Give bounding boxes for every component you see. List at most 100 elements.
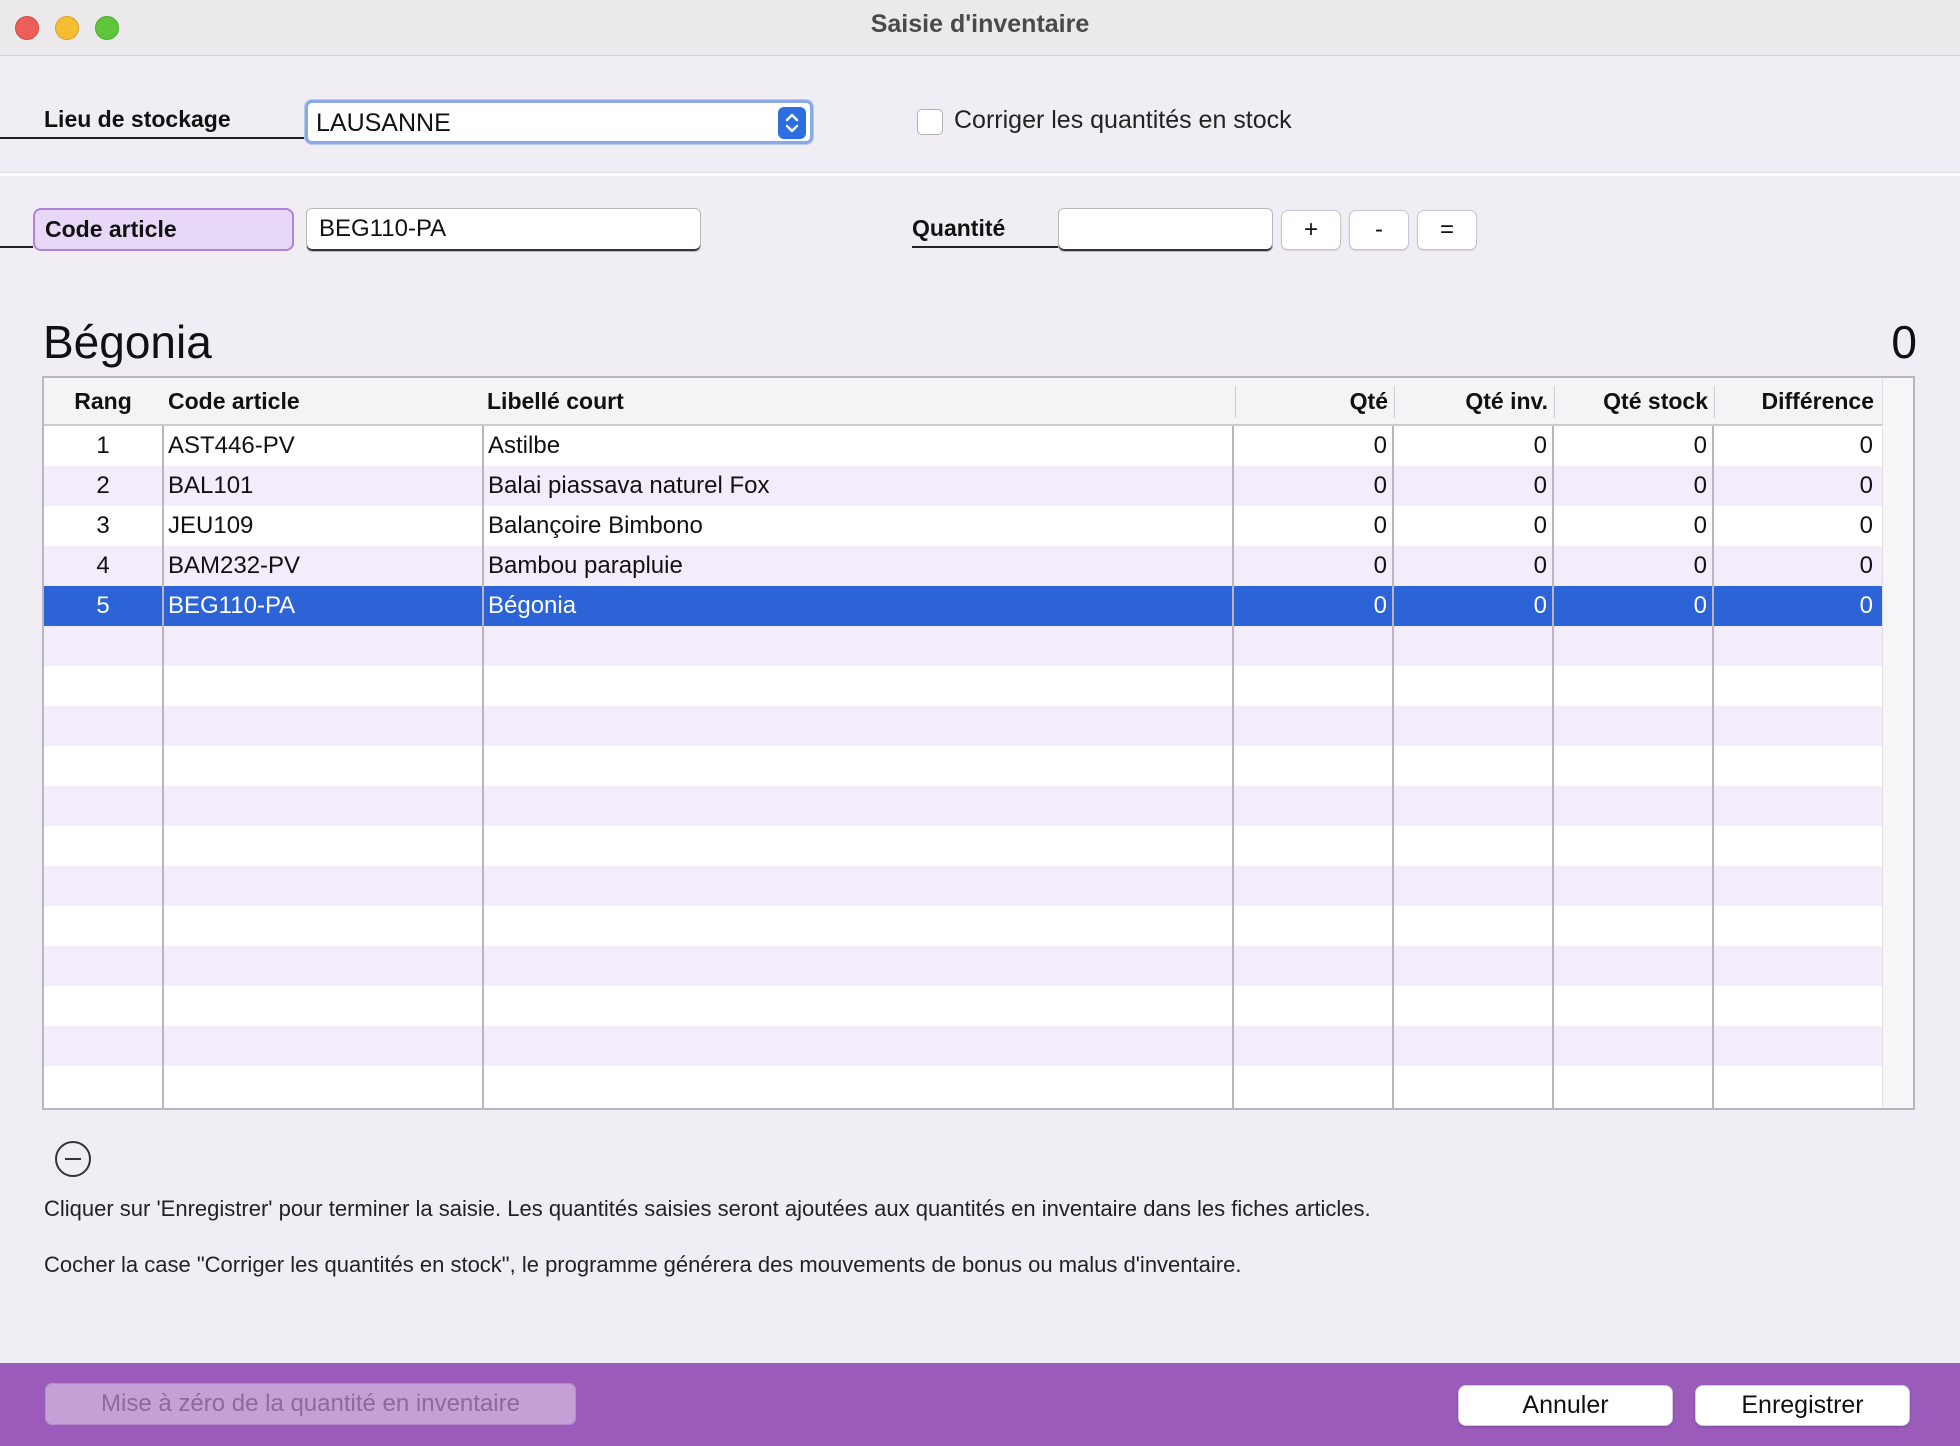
table-cell: 0 <box>1373 512 1387 539</box>
article-code-value: BEG110-PA <box>319 215 447 242</box>
empty-table-row[interactable] <box>44 1026 1884 1066</box>
storage-select[interactable]: LAUSANNE <box>305 100 813 144</box>
window-title: Saisie d'inventaire <box>870 10 1090 38</box>
table-cell: AST446-PV <box>168 432 295 459</box>
table-cell: Bambou parapluie <box>488 552 683 579</box>
equals-button[interactable]: = <box>1417 210 1477 250</box>
empty-table-row[interactable] <box>44 906 1884 946</box>
table-cell: 0 <box>1373 432 1387 459</box>
empty-table-row[interactable] <box>44 986 1884 1026</box>
empty-table-row[interactable] <box>44 746 1884 786</box>
table-cell: 4 <box>96 552 110 579</box>
column-divider <box>482 426 484 1108</box>
storage-label-underline <box>0 137 305 139</box>
cancel-button[interactable]: Annuler <box>1458 1385 1673 1426</box>
column-divider <box>1232 426 1234 1108</box>
current-item-count: 0 <box>1891 316 1917 368</box>
column-separator <box>1714 386 1715 418</box>
table-row[interactable]: 3 JEU109 Balançoire Bimbono 0 0 0 0 <box>44 506 1884 546</box>
table-cell: 0 <box>1859 432 1873 459</box>
empty-table-row[interactable] <box>44 866 1884 906</box>
table-cell: Balançoire Bimbono <box>488 512 703 539</box>
table-cell: 0 <box>1533 552 1547 579</box>
storage-select-value: LAUSANNE <box>316 109 451 137</box>
table-cell: 3 <box>96 512 110 539</box>
column-divider <box>1392 426 1394 1108</box>
column-header-code[interactable]: Code article <box>168 388 300 415</box>
table-cell: 0 <box>1693 512 1707 539</box>
column-header-rang[interactable]: Rang <box>44 388 162 415</box>
title-bar: Saisie d'inventaire <box>0 0 1960 56</box>
info-text-1: Cliquer sur 'Enregistrer' pour terminer … <box>44 1196 1371 1221</box>
column-separator <box>1394 386 1395 418</box>
table-cell: 0 <box>1533 472 1547 499</box>
column-divider <box>1552 426 1554 1108</box>
table-cell: 0 <box>1373 592 1387 619</box>
empty-table-row[interactable] <box>44 1066 1884 1106</box>
table-cell: Bégonia <box>488 592 577 619</box>
table-cell: BAM232-PV <box>168 552 301 579</box>
article-label-underline <box>0 246 33 248</box>
storage-label: Lieu de stockage <box>44 106 231 132</box>
column-header-qte[interactable]: Qté <box>1236 388 1388 415</box>
column-divider <box>1712 426 1714 1108</box>
table-header: Rang Code article Libellé court Qté Qté … <box>44 378 1884 426</box>
table-row[interactable]: 1 AST446-PV Astilbe 0 0 0 0 <box>44 426 1884 466</box>
table-cell: 1 <box>96 432 110 459</box>
article-code-label: Code article <box>33 208 294 251</box>
inventory-window: Saisie d'inventaire Lieu de stockage LAU… <box>0 0 1960 1446</box>
table-cell: JEU109 <box>168 512 254 539</box>
table-cell: 0 <box>1533 512 1547 539</box>
table-cell: 5 <box>96 592 110 619</box>
table-cell: 0 <box>1533 432 1547 459</box>
empty-table-row[interactable] <box>44 826 1884 866</box>
table-scrollbar[interactable] <box>1882 378 1913 1108</box>
plus-button[interactable]: + <box>1281 210 1341 250</box>
empty-table-row[interactable] <box>44 786 1884 826</box>
table-row[interactable]: 2 BAL101 Balai piassava naturel Fox 0 0 0 0 <box>44 466 1884 506</box>
table-cell: 0 <box>1693 552 1707 579</box>
info-text-2: Cocher la case "Corriger les quantités e… <box>44 1252 1242 1277</box>
select-stepper-icon <box>778 107 806 139</box>
empty-table-row[interactable] <box>44 706 1884 746</box>
empty-table-row[interactable] <box>44 946 1884 986</box>
minus-button[interactable]: - <box>1349 210 1409 250</box>
reset-inventory-button[interactable]: Mise à zéro de la quantité en inventaire <box>45 1383 576 1425</box>
table-cell: 0 <box>1373 552 1387 579</box>
article-code-label-text: Code article <box>45 216 177 242</box>
footer-bar: Mise à zéro de la quantité en inventaire… <box>0 1363 1960 1446</box>
table-cell: 0 <box>1533 592 1547 619</box>
save-button[interactable]: Enregistrer <box>1695 1385 1910 1426</box>
column-separator <box>1554 386 1555 418</box>
table-cell: Astilbe <box>488 432 561 459</box>
table-cell: 0 <box>1859 512 1873 539</box>
table-cell: 2 <box>96 472 110 499</box>
table-cell: 0 <box>1693 432 1707 459</box>
empty-table-row[interactable] <box>44 666 1884 706</box>
table-cell: 0 <box>1859 472 1873 499</box>
quantity-label-underline <box>912 246 1059 248</box>
section-separator <box>0 172 1960 176</box>
table-row[interactable]: 4 BAM232-PV Bambou parapluie 0 0 0 0 <box>44 546 1884 586</box>
table-cell: BEG110-PA <box>168 592 296 619</box>
inventory-table[interactable]: Rang Code article Libellé court Qté Qté … <box>42 376 1915 1110</box>
column-divider <box>162 426 164 1108</box>
empty-table-row[interactable] <box>44 626 1884 666</box>
table-cell: BAL101 <box>168 472 254 499</box>
column-header-libelle[interactable]: Libellé court <box>487 388 624 415</box>
current-item-name: Bégonia <box>43 316 212 368</box>
column-header-qte-inv[interactable]: Qté inv. <box>1396 388 1548 415</box>
table-cell: 0 <box>1373 472 1387 499</box>
quantity-input[interactable] <box>1058 208 1273 252</box>
table-row[interactable]: 5 BEG110-PA Bégonia 0 0 0 0 <box>44 586 1884 626</box>
column-header-difference[interactable]: Différence <box>1716 388 1874 415</box>
table-cell: 0 <box>1693 592 1707 619</box>
table-cell: 0 <box>1859 552 1873 579</box>
article-code-input[interactable]: BEG110-PA <box>306 208 701 252</box>
correct-stock-label[interactable]: Corriger les quantités en stock <box>954 106 1292 135</box>
table-cell: 0 <box>1693 472 1707 499</box>
column-header-qte-stock[interactable]: Qté stock <box>1556 388 1708 415</box>
correct-stock-checkbox[interactable] <box>917 109 943 135</box>
table-cell: 0 <box>1859 592 1873 619</box>
remove-row-icon[interactable] <box>55 1141 91 1177</box>
